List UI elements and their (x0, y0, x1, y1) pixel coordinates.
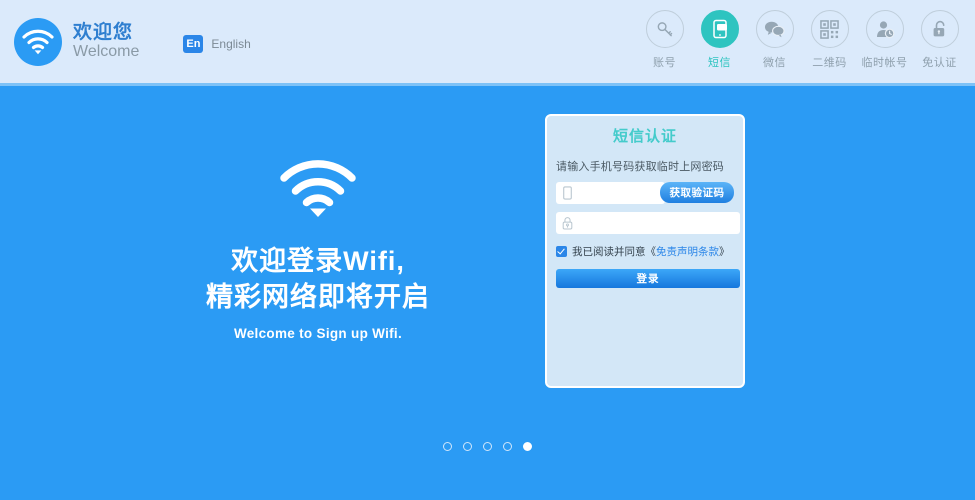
get-code-button[interactable]: 获取验证码 (660, 182, 734, 203)
login-card-title: 短信认证 (612, 128, 677, 145)
carousel-dot-2[interactable] (463, 442, 472, 451)
password-input[interactable] (577, 213, 740, 233)
temp-user-icon (865, 10, 904, 48)
agreement-row: 我已阅读并同意 《 免责声明条款 》 (556, 244, 734, 259)
disclaimer-link[interactable]: 免责声明条款 (656, 244, 719, 259)
captive-portal-page: 欢迎您 Welcome En English 账号 短信 微信 二维码 临时帐号… (0, 0, 975, 500)
key-icon (645, 10, 684, 48)
hero-subtitle: Welcome to Sign up Wifi. (233, 326, 403, 342)
wifi-large-icon (0, 160, 636, 222)
page-header: 欢迎您 Welcome En English 账号 短信 微信 二维码 临时帐号… (0, 0, 975, 86)
brand-logo (14, 17, 62, 66)
agreement-bracket-open: 《 (645, 246, 657, 258)
tab-no-auth[interactable]: 免认证 (912, 10, 967, 70)
tab-sms-label: 短信 (708, 57, 731, 69)
login-button[interactable]: 登录 (556, 269, 740, 288)
agreement-checkbox[interactable] (556, 246, 567, 257)
hero-headline-line1: 欢迎登录Wifi, (231, 246, 405, 276)
carousel-dot-4[interactable] (503, 442, 512, 451)
carousel-dot-1[interactable] (443, 442, 452, 451)
language-switcher[interactable]: En English (183, 34, 251, 53)
carousel-dot-5[interactable] (523, 442, 532, 451)
hero-headline: 欢迎登录Wifi, 精彩网络即将开启 (0, 244, 636, 315)
tab-sms[interactable]: 短信 (692, 10, 747, 70)
phone-field-row: 获取验证码 (556, 182, 734, 204)
brand-title-en: Welcome (73, 42, 140, 60)
login-card: 短信认证 请输入手机号码获取临时上网密码 获取验证码 我已阅读并同意 《 免责声… (545, 114, 745, 388)
phone-field[interactable] (556, 182, 665, 204)
qrcode-icon (810, 10, 849, 48)
login-card-hint: 请输入手机号码获取临时上网密码 (556, 161, 724, 173)
auth-method-tabs: 账号 短信 微信 二维码 临时帐号 免认证 (637, 10, 967, 70)
wechat-icon (755, 10, 794, 48)
phone-input[interactable] (577, 183, 665, 203)
tab-wechat[interactable]: 微信 (747, 10, 802, 70)
lock-icon (560, 215, 574, 232)
sms-phone-icon (700, 10, 739, 48)
tab-qrcode[interactable]: 二维码 (802, 10, 857, 70)
carousel-dots (0, 442, 975, 451)
brand: 欢迎您 Welcome (14, 17, 140, 66)
password-field-row (556, 212, 740, 234)
tab-temp-account-label: 临时帐号 (861, 57, 908, 69)
brand-text: 欢迎您 Welcome (73, 21, 140, 61)
tab-temp-account[interactable]: 临时帐号 (857, 10, 912, 70)
brand-title-cn: 欢迎您 (73, 21, 134, 43)
agreement-text: 我已阅读并同意 (572, 246, 646, 258)
hero-section: 欢迎登录Wifi, 精彩网络即将开启 Welcome to Sign up Wi… (0, 160, 636, 341)
unlock-icon (920, 10, 959, 48)
tab-account-label: 账号 (653, 57, 676, 69)
tab-qrcode-label: 二维码 (812, 57, 847, 69)
language-label: English (211, 36, 251, 51)
password-field[interactable] (556, 212, 740, 234)
agreement-bracket-close: 》 (719, 246, 730, 258)
hero-headline-line2: 精彩网络即将开启 (206, 281, 430, 312)
mobile-phone-icon (560, 185, 574, 202)
tab-no-auth-label: 免认证 (922, 57, 957, 69)
tab-wechat-label: 微信 (763, 57, 786, 69)
carousel-dot-3[interactable] (483, 442, 492, 451)
language-badge: En (183, 34, 204, 53)
tab-account[interactable]: 账号 (637, 10, 692, 70)
